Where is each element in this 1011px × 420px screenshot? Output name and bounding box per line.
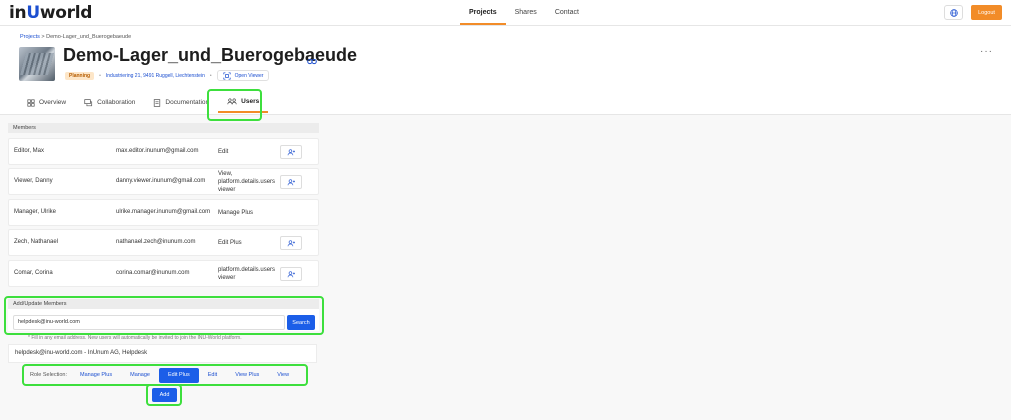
status-badge: Planning [65,71,95,80]
add-update-members-panel: Add/Update Members helpdesk@inu-world.co… [8,299,319,331]
member-email: danny.viewer.inunum@gmail.com [116,178,206,184]
project-tabs: Overview Collaboration Documentation Use… [18,92,269,114]
language-button[interactable] [944,5,963,20]
users-icon [227,98,237,105]
user-plus-icon [287,178,295,185]
member-name: Manager, Ulrike [14,209,57,215]
tab-label: Users [241,98,260,105]
tab-collaboration[interactable]: Collaboration [75,92,144,113]
add-button[interactable]: Add [152,388,177,402]
role-option-view[interactable]: View [268,368,298,383]
role-option-manage[interactable]: Manage [121,368,159,383]
member-role: Edit [218,149,229,155]
project-address[interactable]: Industriering 21, 9491 Ruggell, Liechten… [106,73,205,79]
open-viewer-button[interactable]: Open Viewer [216,70,270,81]
chat-icon [84,98,93,106]
user-plus-icon [287,148,295,155]
breadcrumb: Projects > Demo-Lager_und_Buerogebaeude [20,34,131,40]
role-option-view-plus[interactable]: View Plus [226,368,268,383]
breadcrumb-projects-link[interactable]: Projects [20,34,40,40]
role-selection-label: Role Selection: [30,372,67,378]
user-plus-icon [287,239,295,246]
tab-label: Collaboration [97,99,136,106]
nav-shares[interactable]: Shares [506,0,546,25]
tab-label: Documentation [165,99,210,106]
tab-users[interactable]: Users [218,92,269,113]
member-role: platform.details.users viewer [218,267,276,281]
grid-icon [27,98,35,107]
top-bar: inUworld Projects Shares Contact Logout [0,0,1011,26]
member-row: Manager, Ulrike ulrike.manager.inunum@gm… [8,199,319,226]
viewer-icon [223,71,231,80]
member-row: Viewer, Danny danny.viewer.inunum@gmail.… [8,168,319,195]
inuworld-logo[interactable]: inUworld [9,3,92,23]
project-thumbnail [19,47,55,81]
member-role: Manage Plus [218,210,254,216]
meta-dot: • [209,72,212,79]
role-option-edit-plus[interactable]: Edit Plus [159,367,199,383]
more-options-button[interactable]: ··· [980,46,993,57]
document-icon [154,98,161,107]
member-role: View, platform.details.users viewer [218,171,276,193]
members-header: Members [8,123,319,133]
member-name: Zech, Nathanael [14,239,59,245]
tab-overview[interactable]: Overview [18,92,75,113]
role-option-manage-plus[interactable]: Manage Plus [71,368,121,383]
member-email: nathanael.zech@inunum.com [116,239,196,245]
member-email: max.editor.inunum@gmail.com [116,148,199,154]
edit-role-button[interactable] [280,145,302,159]
member-name: Editor, Max [14,148,45,154]
nav-contact[interactable]: Contact [546,0,588,25]
edit-role-button[interactable] [280,267,302,281]
member-row: Zech, Nathanael nathanael.zech@inunum.co… [8,229,319,256]
email-hint: * Fill in any email address. New users w… [28,335,242,341]
open-viewer-label: Open Viewer [234,72,264,79]
member-row: Comar, Corina corina.comar@inunum.com pl… [8,260,319,287]
tab-documentation[interactable]: Documentation [144,92,218,113]
meta-dot: • [99,72,101,79]
role-selection: Role Selection: Manage Plus Manage Edit … [25,366,305,384]
email-search-input[interactable]: helpdesk@inu-world.com [13,315,285,330]
member-role: Edit Plus [218,240,242,246]
search-result-item[interactable]: helpdesk@inu-world.com - InUnum AG, Help… [8,344,317,363]
user-plus-icon [287,270,295,277]
member-name: Viewer, Danny [14,178,53,184]
member-name: Comar, Corina [14,270,53,276]
add-update-header: Add/Update Members [8,299,319,309]
breadcrumb-separator: > [41,34,45,40]
tab-label: Overview [39,99,67,106]
edit-role-button[interactable] [280,236,302,250]
member-email: corina.comar@inunum.com [116,270,190,276]
top-nav: Projects Shares Contact [460,0,588,26]
edit-role-button[interactable] [280,175,302,189]
breadcrumb-current: Demo-Lager_und_Buerogebaeude [46,34,132,40]
member-row: Editor, Max max.editor.inunum@gmail.com … [8,138,319,165]
project-meta: Planning • Industriering 21, 9491 Ruggel… [65,70,270,81]
member-email: ulrike.manager.inunum@gmail.com [116,209,211,215]
nav-projects[interactable]: Projects [460,0,506,25]
role-option-edit[interactable]: Edit [199,368,226,383]
logout-button[interactable]: Logout [971,5,1002,20]
globe-icon [949,8,958,17]
link-icon[interactable] [307,52,317,70]
search-button[interactable]: Search [287,315,315,330]
